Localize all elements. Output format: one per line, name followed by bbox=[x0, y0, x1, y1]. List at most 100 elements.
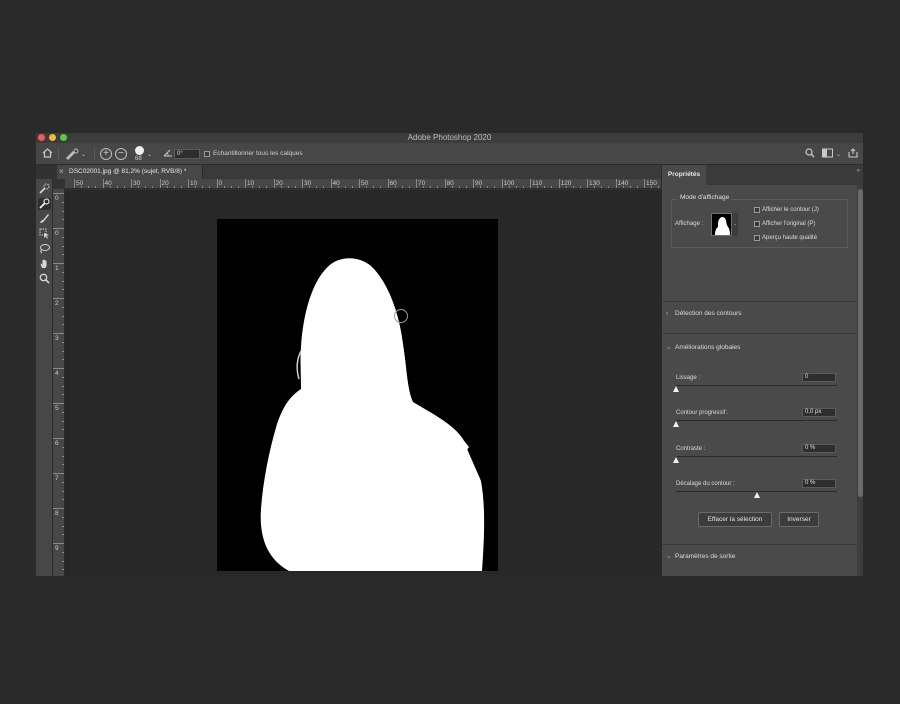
brush-tool-icon[interactable] bbox=[38, 213, 51, 225]
workspace-chevron-icon[interactable]: ⌄ bbox=[836, 149, 841, 161]
contrast-slider-handle[interactable] bbox=[673, 457, 679, 463]
angle-input[interactable]: 0° bbox=[174, 149, 200, 159]
ruler-tick-label: 20 bbox=[275, 180, 283, 187]
ruler-major-tick bbox=[53, 193, 64, 194]
workspace-icon[interactable] bbox=[822, 148, 833, 161]
lasso-tool-icon[interactable] bbox=[38, 243, 51, 255]
ruler-tick-label: 4 bbox=[55, 370, 59, 377]
ruler-major-tick bbox=[644, 179, 645, 188]
object-selection-tool-icon[interactable] bbox=[38, 228, 51, 240]
home-icon[interactable] bbox=[42, 148, 53, 162]
output-settings-section-header[interactable]: ⌄ Paramètres de sortie bbox=[666, 552, 735, 561]
ruler-minor-tick bbox=[116, 186, 118, 188]
ruler-minor-tick bbox=[266, 186, 268, 188]
ruler-minor-tick bbox=[237, 186, 239, 188]
ruler-minor-tick bbox=[95, 186, 97, 188]
ruler-tick-label: 0 bbox=[55, 195, 59, 202]
shift-edge-value-input[interactable]: 0 % bbox=[802, 479, 836, 488]
feather-slider-track[interactable] bbox=[676, 420, 837, 421]
ruler-minor-tick bbox=[259, 186, 261, 188]
ruler-major-tick bbox=[273, 179, 275, 188]
ruler-major-tick bbox=[473, 179, 474, 188]
view-mode-dropdown-icon[interactable]: ⌄ bbox=[732, 213, 738, 236]
tab-properties[interactable]: Propriétés bbox=[662, 165, 706, 185]
ruler-minor-tick bbox=[209, 186, 211, 188]
ruler-tick-label: 140 bbox=[617, 180, 629, 187]
ruler-major-tick bbox=[501, 179, 503, 188]
ruler-major-tick bbox=[131, 179, 132, 188]
ruler-tick-label: 9 bbox=[55, 545, 59, 552]
smooth-slider-track[interactable] bbox=[676, 385, 837, 386]
smooth-slider-handle[interactable] bbox=[673, 386, 679, 392]
share-icon[interactable] bbox=[848, 148, 858, 161]
show-edge-checkbox[interactable] bbox=[754, 207, 760, 213]
chevron-down-icon: ⌄ bbox=[666, 344, 672, 351]
ruler-minor-tick bbox=[551, 186, 553, 188]
brush-size-chevron-icon[interactable]: ⌄ bbox=[147, 149, 152, 161]
high-quality-preview-checkbox[interactable] bbox=[754, 235, 760, 241]
ruler-major-tick bbox=[444, 179, 446, 188]
ruler-tick-label: 10 bbox=[247, 180, 255, 187]
ruler-tick-label: 10 bbox=[190, 180, 198, 187]
zoom-tool-icon[interactable] bbox=[38, 273, 51, 285]
edge-detection-section-header[interactable]: › Détection des contours bbox=[666, 309, 741, 318]
close-tab-icon[interactable]: × bbox=[59, 167, 64, 176]
subtract-from-mask-button[interactable]: − bbox=[115, 148, 127, 160]
shift-edge-slider-handle[interactable] bbox=[753, 492, 760, 498]
ruler-minor-tick bbox=[180, 186, 182, 188]
smooth-value-input[interactable]: 0 bbox=[802, 373, 836, 382]
ruler-tick-label: 50 bbox=[76, 180, 84, 187]
ruler-tick-label: 50 bbox=[361, 180, 369, 187]
canvas-area[interactable] bbox=[65, 190, 661, 576]
clear-selection-button[interactable]: Effacer la sélection bbox=[698, 512, 772, 527]
refine-edge-brush-tool-icon[interactable] bbox=[38, 198, 51, 210]
invert-button[interactable]: Inverser bbox=[779, 512, 819, 527]
ruler-tick-label: 40 bbox=[332, 180, 340, 187]
feather-value-input[interactable]: 0,0 px bbox=[802, 408, 836, 417]
ruler-minor-tick bbox=[152, 186, 154, 188]
show-original-checkbox[interactable] bbox=[754, 221, 760, 227]
panel-scrollbar[interactable] bbox=[857, 185, 863, 576]
panel-scrollbar-thumb[interactable] bbox=[858, 189, 863, 497]
brush-size-preview-icon[interactable] bbox=[135, 146, 144, 155]
contrast-slider-track[interactable] bbox=[676, 456, 837, 457]
add-to-mask-button[interactable]: + bbox=[100, 148, 112, 160]
ruler-tick-label: 1 bbox=[55, 265, 59, 272]
ruler-minor-tick bbox=[601, 186, 603, 188]
ruler-minor-tick bbox=[380, 186, 382, 188]
ruler-major-tick bbox=[53, 403, 64, 404]
preset-dropdown-chevron-icon[interactable]: ⌄ bbox=[81, 149, 86, 161]
panel-collapse-icon[interactable]: » bbox=[857, 168, 860, 175]
vertical-ruler: 0 0 1 2 3 4 5 6 7 8 9 bbox=[53, 189, 65, 576]
document-tab[interactable]: × DSC02001.jpg @ 81,2% (sujet, RVB/8) * bbox=[57, 165, 203, 179]
view-label: Affichage : bbox=[675, 221, 704, 227]
ruler-tick-label: 5 bbox=[55, 405, 59, 412]
ruler-major-tick bbox=[359, 179, 360, 188]
ruler-major-tick bbox=[387, 179, 389, 188]
hand-tool-icon[interactable] bbox=[38, 258, 51, 270]
ruler-major-tick bbox=[53, 333, 64, 334]
search-icon[interactable] bbox=[805, 148, 815, 161]
ruler-minor-tick bbox=[287, 186, 289, 188]
chevron-right-icon: › bbox=[666, 310, 669, 317]
ruler-major-tick bbox=[53, 508, 64, 509]
ruler-major-tick bbox=[53, 228, 64, 229]
ruler-minor-tick bbox=[145, 186, 147, 188]
sample-all-layers-checkbox[interactable] bbox=[204, 151, 210, 157]
ruler-tick-label: 2 bbox=[55, 300, 59, 307]
view-mode-thumbnail[interactable] bbox=[711, 213, 732, 236]
document-mask-preview[interactable] bbox=[217, 219, 498, 571]
refine-brush-preset-icon[interactable] bbox=[64, 148, 80, 164]
ruler-tick-label: 30 bbox=[133, 180, 141, 187]
contrast-value-input[interactable]: 0 % bbox=[802, 444, 836, 453]
ruler-tick-label: 0 bbox=[218, 180, 223, 187]
ruler-minor-tick bbox=[544, 186, 546, 188]
ruler-minor-tick bbox=[223, 186, 225, 188]
edge-detection-title: Détection des contours bbox=[675, 310, 742, 317]
ruler-major-tick bbox=[53, 438, 64, 439]
ruler-minor-tick bbox=[408, 186, 410, 188]
tools-panel bbox=[36, 179, 53, 576]
global-refinements-section-header[interactable]: ⌄ Améliorations globales bbox=[666, 343, 740, 352]
quick-selection-tool-icon[interactable] bbox=[38, 183, 51, 195]
feather-slider-handle[interactable] bbox=[673, 421, 679, 427]
